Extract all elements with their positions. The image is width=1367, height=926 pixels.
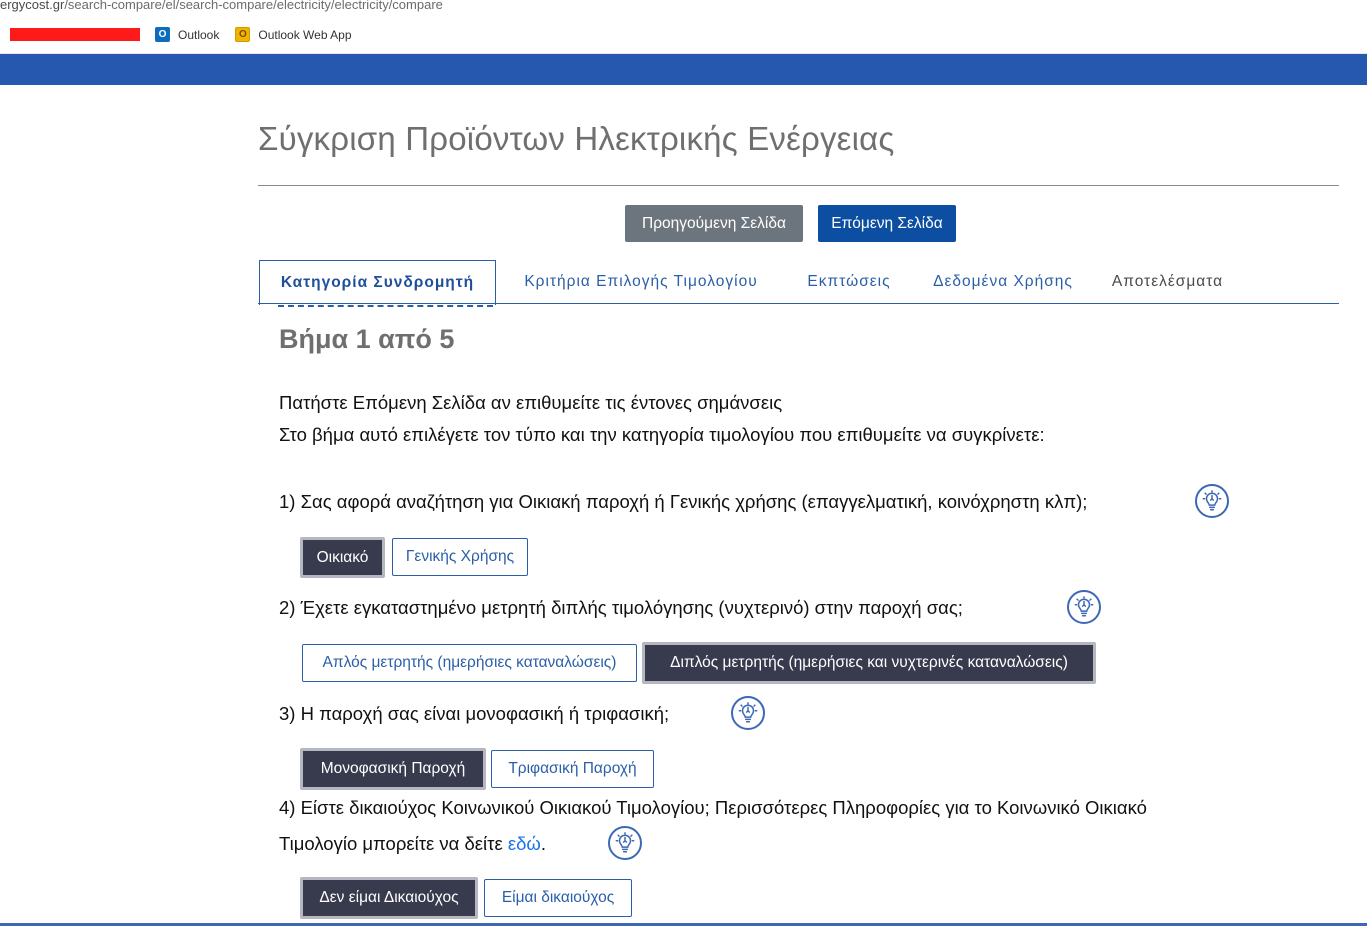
question-1: 1) Σας αφορά αναζήτηση για Οικιακή παροχ…: [279, 491, 1088, 512]
tab-subscriber-category[interactable]: Κατηγορία Συνδρομητή: [259, 260, 496, 307]
option-single-phase[interactable]: Μονοφασική Παροχή: [300, 748, 486, 790]
previous-page-button[interactable]: Προηγούμενη Σελίδα: [625, 205, 803, 242]
option-single-meter[interactable]: Απλός μετρητής (ημερήσιες καταναλώσεις): [302, 644, 637, 682]
option-general-use[interactable]: Γενικής Χρήσης: [392, 538, 528, 576]
option-not-beneficiary[interactable]: Δεν είμαι Δικαιούχος: [300, 877, 478, 919]
question-2: 2) Έχετε εγκαταστημένο μετρητή διπλής τι…: [279, 597, 963, 618]
intro-line-2: Στο βήμα αυτό επιλέγετε τον τύπο και την…: [279, 424, 1045, 445]
question-4-text: Τιμολογίο μπορείτε να δείτε: [279, 833, 503, 854]
bookmark-outlook-web-app[interactable]: O Outlook Web App: [235, 27, 352, 42]
outlook-icon: O: [155, 27, 170, 42]
redacted-bookmark[interactable]: [10, 28, 140, 41]
question-4-line-2: Τιμολογίο μπορείτε να δείτε εδώ.: [279, 833, 546, 855]
intro-line-1: Πατήστε Επόμενη Σελίδα αν επιθυμείτε τις…: [279, 392, 783, 413]
address-bar[interactable]: ergycost.gr/search-compare/el/search-com…: [0, 0, 1367, 16]
tabs-divider: [258, 303, 1339, 304]
bookmark-outlook[interactable]: O Outlook: [155, 27, 219, 42]
tab-discounts[interactable]: Εκπτώσεις: [795, 260, 903, 304]
lightbulb-icon[interactable]: [1195, 484, 1229, 518]
tab-usage-data[interactable]: Δεδομένα Χρήσης: [918, 260, 1088, 304]
option-dual-meter[interactable]: Διπλός μετρητής (ημερήσιες και νυχτερινέ…: [642, 642, 1096, 684]
option-three-phase[interactable]: Τριφασική Παροχή: [491, 750, 654, 788]
question-4-end: .: [540, 833, 546, 854]
question-4-line-1: 4) Είστε δικαιούχος Κοινωνικού Οικιακού …: [279, 797, 1147, 818]
next-page-button[interactable]: Επόμενη Σελίδα: [818, 205, 956, 242]
option-residential[interactable]: Οικιακό: [300, 537, 385, 578]
title-divider: [258, 185, 1339, 186]
bookmarks-bar: O Outlook O Outlook Web App: [0, 16, 1367, 54]
bookmark-label: Outlook Web App: [258, 27, 352, 42]
social-tariff-link[interactable]: εδώ: [508, 833, 541, 854]
lightbulb-icon[interactable]: [1067, 590, 1101, 624]
url-domain: ergycost.gr: [0, 0, 65, 12]
page-title: Σύγκριση Προϊόντων Ηλεκτρικής Ενέργειας: [258, 120, 895, 157]
question-3: 3) Η παροχή σας είναι μονοφασική ή τριφα…: [279, 703, 670, 724]
site-header-bar: [0, 54, 1367, 85]
tab-results[interactable]: Αποτελέσματα: [1100, 260, 1235, 304]
lightbulb-icon[interactable]: [608, 826, 642, 860]
lightbulb-icon[interactable]: [731, 696, 765, 730]
option-beneficiary[interactable]: Είμαι δικαιούχος: [484, 879, 632, 917]
outlook-web-app-icon: O: [235, 27, 251, 42]
step-title: Βήμα 1 από 5: [279, 324, 455, 354]
bookmark-label: Outlook: [178, 27, 220, 42]
tab-tariff-criteria[interactable]: Κριτήρια Επιλογής Τιμολογίου: [500, 260, 782, 304]
url-path: /search-compare/el/search-compare/electr…: [64, 0, 443, 12]
